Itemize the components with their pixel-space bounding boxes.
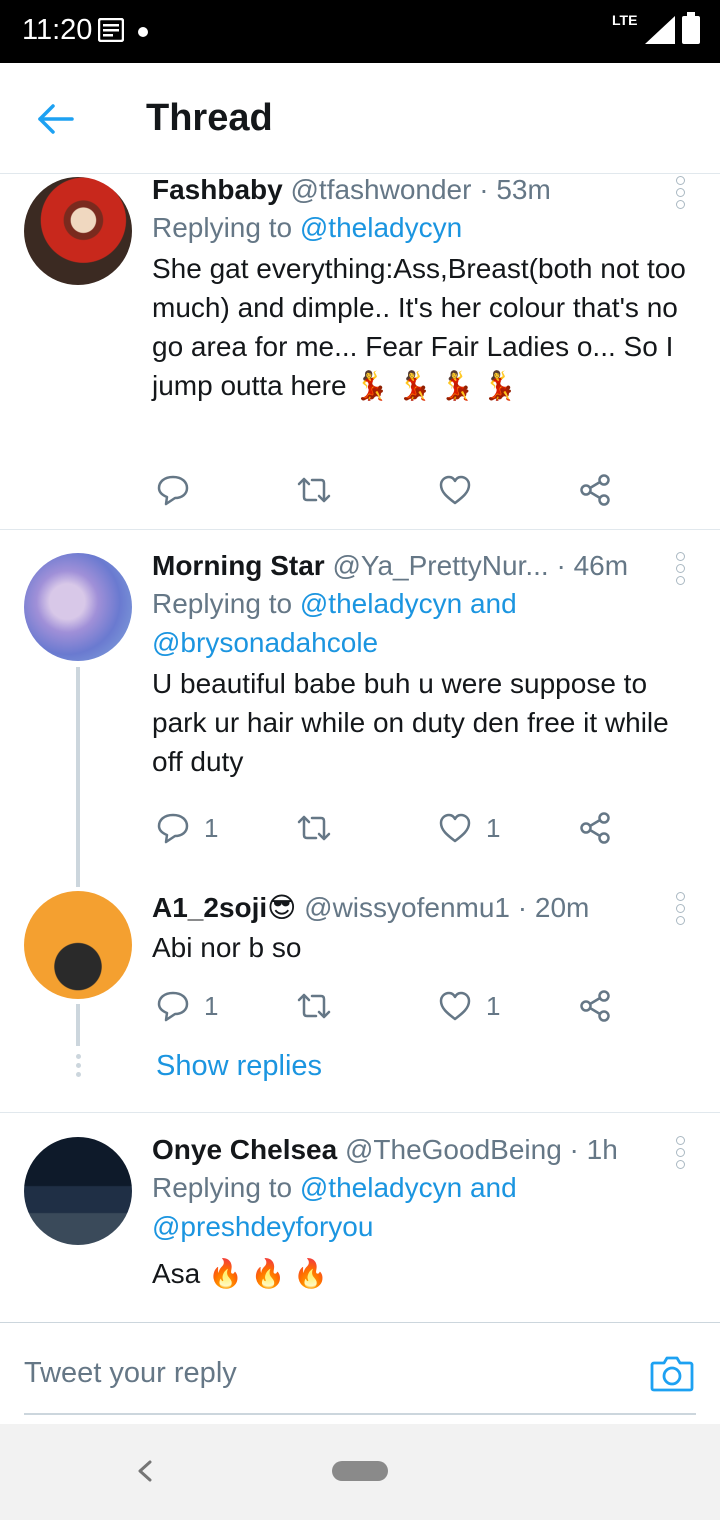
tweet-time: 1h	[586, 1134, 618, 1165]
reply-count: 1	[204, 990, 219, 1021]
nav-home-pill[interactable]	[332, 1461, 388, 1481]
like-button[interactable]	[438, 470, 486, 510]
tweet-meta: A1_2soji😎 @wissyofenmu1 · 20m	[152, 890, 692, 926]
tweet-actions: 1 1	[152, 808, 632, 848]
like-icon	[439, 475, 471, 505]
thread-connector	[76, 667, 80, 887]
tweet-text: U beautiful babe buh u were suppose to p…	[152, 668, 669, 777]
author-handle: @Ya_PrettyNur...	[332, 550, 549, 581]
share-icon	[580, 474, 610, 506]
reply-input[interactable]	[24, 1351, 624, 1395]
author-handle: @TheGoodBeing	[344, 1134, 562, 1165]
notification-dot	[138, 27, 148, 37]
like-icon	[439, 813, 471, 843]
back-arrow-icon[interactable]	[36, 99, 76, 139]
author-name[interactable]: A1_2soji😎	[152, 892, 296, 923]
signal-icon	[645, 16, 675, 44]
retweet-icon	[297, 815, 331, 841]
tweet-actions: 1 1	[152, 986, 632, 1026]
like-count: 1	[486, 990, 501, 1021]
tweet-meta: Morning Star @Ya_PrettyNur... · 46m	[152, 548, 692, 584]
more-icon[interactable]	[672, 892, 688, 926]
network-label: LTE	[612, 12, 638, 28]
retweet-button[interactable]	[296, 470, 332, 510]
tweet-time: 46m	[573, 550, 629, 581]
meta-separator: ·	[556, 550, 574, 581]
like-icon	[439, 991, 471, 1021]
replying-to-link[interactable]: @theladycyn and	[300, 588, 517, 619]
replying-to: Replying to @theladycyn and @brysonadahc…	[152, 584, 692, 662]
status-time: 11:20	[22, 14, 93, 46]
reply-count: 1	[204, 812, 219, 843]
retweet-button[interactable]	[296, 986, 332, 1026]
avatar[interactable]	[24, 891, 132, 999]
avatar[interactable]	[24, 177, 132, 285]
nav-back-icon[interactable]	[132, 1454, 158, 1488]
tweet-meta: Onye Chelsea @TheGoodBeing · 1h	[152, 1132, 692, 1168]
composer-underline	[24, 1413, 696, 1415]
replying-to-link-2[interactable]: @brysonadahcole	[152, 627, 378, 658]
status-bar: 11:20 LTE	[0, 0, 720, 63]
tweet-text: She gat everything:Ass,Breast(both not t…	[152, 253, 686, 401]
author-name[interactable]: Morning Star	[152, 550, 325, 581]
app-header: Thread	[0, 63, 720, 174]
tweet-text: Abi nor b so	[152, 932, 302, 963]
author-handle: @wissyofenmu1	[304, 892, 510, 923]
share-button[interactable]	[578, 986, 612, 1026]
avatar[interactable]	[24, 553, 132, 661]
reply-composer	[0, 1322, 720, 1425]
retweet-icon	[297, 993, 331, 1019]
tweet-time: 20m	[534, 892, 590, 923]
replying-to-link-2[interactable]: @preshdeyforyou	[152, 1211, 373, 1242]
tweet-meta: Fashbaby @tfashwonder · 53m	[152, 172, 692, 208]
reply-button[interactable]: 1	[156, 986, 218, 1026]
more-icon[interactable]	[672, 176, 688, 210]
reply-icon	[157, 475, 189, 506]
author-handle: @tfashwonder	[290, 174, 472, 205]
thread-more-dots	[74, 1054, 82, 1081]
tweet-actions	[152, 470, 632, 510]
reply-button[interactable]: 1	[156, 808, 218, 848]
tweet-text: Asa 🔥 🔥 🔥	[152, 1258, 329, 1289]
replying-prefix: Replying to	[152, 212, 300, 243]
replying-to: Replying to @theladycyn and @preshdeyfor…	[152, 1168, 692, 1246]
show-replies-link[interactable]: Show replies	[156, 1050, 322, 1083]
notification-icon	[98, 18, 124, 42]
camera-icon[interactable]	[650, 1353, 694, 1393]
meta-separator: ·	[517, 892, 535, 923]
thread-connector	[76, 1004, 80, 1046]
author-name[interactable]: Fashbaby	[152, 174, 283, 205]
divider	[0, 529, 720, 530]
like-button[interactable]: 1	[438, 808, 500, 848]
replying-prefix: Replying to	[152, 588, 300, 619]
more-icon[interactable]	[672, 552, 688, 586]
more-icon[interactable]	[672, 1136, 688, 1170]
like-count: 1	[486, 812, 501, 843]
like-button[interactable]: 1	[438, 986, 500, 1026]
battery-icon	[682, 12, 700, 44]
author-name[interactable]: Onye Chelsea	[152, 1134, 337, 1165]
retweet-button[interactable]	[296, 808, 332, 848]
tweet-time: 53m	[496, 174, 551, 205]
share-button[interactable]	[578, 470, 612, 510]
share-button[interactable]	[578, 808, 612, 848]
reply-icon	[157, 991, 189, 1022]
meta-separator: ·	[479, 174, 497, 205]
divider	[0, 1112, 720, 1113]
share-icon	[580, 812, 610, 844]
reply-icon	[157, 813, 189, 844]
replying-to-link[interactable]: @theladycyn and	[300, 1172, 517, 1203]
replying-to-link[interactable]: @theladycyn	[300, 212, 462, 243]
retweet-icon	[297, 477, 331, 503]
share-icon	[580, 990, 610, 1022]
replying-to: Replying to @theladycyn	[152, 208, 692, 247]
avatar[interactable]	[24, 1137, 132, 1245]
replying-prefix: Replying to	[152, 1172, 300, 1203]
reply-button[interactable]	[156, 470, 204, 510]
meta-separator: ·	[569, 1134, 587, 1165]
page-title: Thread	[146, 97, 273, 139]
